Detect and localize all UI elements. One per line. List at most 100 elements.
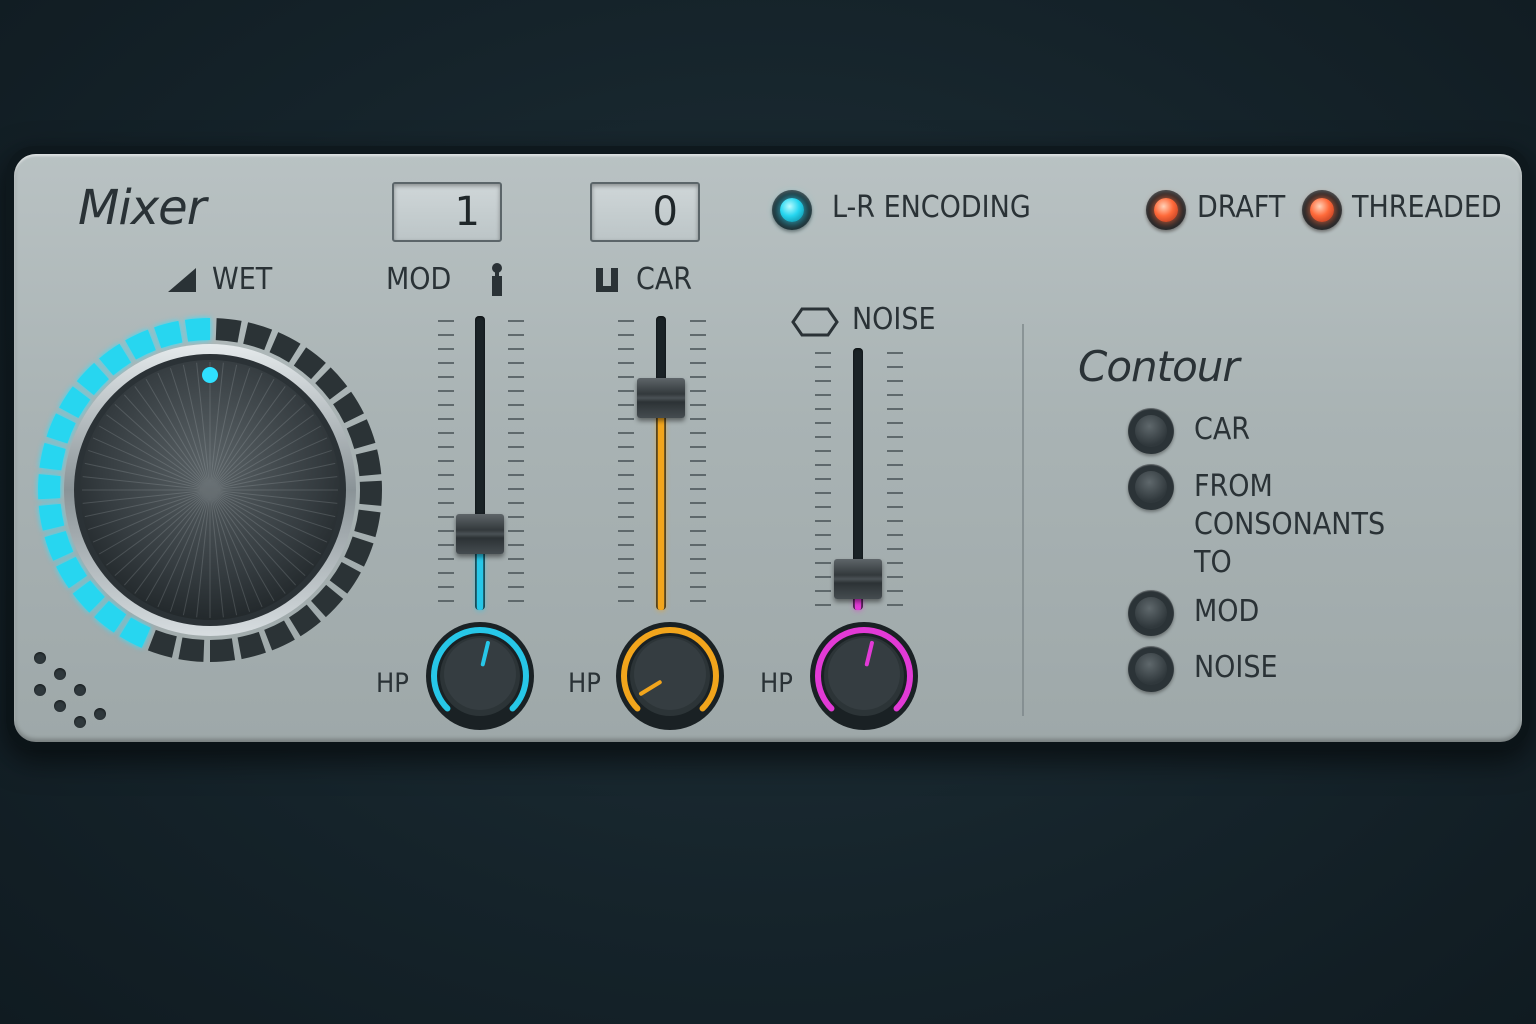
bracket-icon [596,268,618,292]
wet-ring-segment [178,637,205,662]
fader-tick [508,376,524,378]
contour-noise-label: NOISE [1194,650,1278,685]
fader-tick [815,422,831,424]
fader-tick [618,404,634,406]
fader-tick [508,320,524,322]
wet-ring-segment [264,620,295,651]
fader-tick [508,502,524,504]
fader-tick [438,432,454,434]
fader-tick [887,450,903,452]
fader-tick [690,474,706,476]
mod-label: MOD [386,262,452,297]
mod-display[interactable]: 1 [392,182,502,242]
fader-tick [438,348,454,350]
contour-noise-radio[interactable] [1128,646,1174,692]
fader-tick [438,502,454,504]
fader-tick [508,516,524,518]
fader-tick [438,558,454,560]
fader-tick [815,450,831,452]
wet-knob[interactable] [30,310,390,670]
wet-ring-segment [38,474,61,500]
draft-led[interactable] [1146,190,1186,230]
fader-tick [508,488,524,490]
fader-tick [438,488,454,490]
wet-ring-segment [354,509,381,538]
car-display[interactable]: 0 [590,182,700,242]
fader-tick [618,348,634,350]
mod-hp-knob[interactable] [424,620,536,732]
mod-hp-label: HP [376,668,409,699]
contour-consonants-radio[interactable] [1128,464,1174,510]
fader-tick [815,478,831,480]
fader-tick [438,544,454,546]
fader-tick [887,520,903,522]
fader-tick [438,320,454,322]
fader-tick [438,404,454,406]
fader-tick [815,604,831,606]
wet-label: WET [212,262,273,297]
fader-tick [815,436,831,438]
fader-tick [618,544,634,546]
wet-ring-segment [333,391,364,424]
wet-ring-segment [269,332,301,363]
fader-tick [438,334,454,336]
fader-tick [690,558,706,560]
fader-tick [815,464,831,466]
fader-tick [815,408,831,410]
fader-tick [690,418,706,420]
wet-ring-segment [46,413,76,444]
fader-tick [815,506,831,508]
fader-tick [887,590,903,592]
fader-tick [438,474,454,476]
fader-tick [887,408,903,410]
lr-encoding-led[interactable] [772,190,812,230]
fader-tick [690,432,706,434]
threaded-led[interactable] [1302,190,1342,230]
fader-tick [618,572,634,574]
mod-fader-handle[interactable] [456,513,504,554]
fader-tick [887,604,903,606]
fader-tick [690,502,706,504]
fader-tick [438,418,454,420]
contour-title: Contour [1078,342,1240,391]
fader-tick [690,334,706,336]
wet-ring-segment [355,449,382,477]
noise-hp-knob[interactable] [808,620,920,732]
threaded-label: THREADED [1352,190,1502,225]
fader-tick [618,474,634,476]
fader-tick [618,320,634,322]
fader-tick [690,320,706,322]
fader-tick [508,334,524,336]
fader-tick [618,418,634,420]
fader-tick [887,352,903,354]
noise-fader-handle[interactable] [834,558,882,599]
fader-tick [508,572,524,574]
fader-tick [618,460,634,462]
fader-tick [815,562,831,564]
noise-label: NOISE [852,302,936,337]
contour-mod-radio[interactable] [1128,590,1174,636]
fader-tick [618,488,634,490]
fader-tick [508,530,524,532]
fader-tick [508,446,524,448]
fader-tick [508,474,524,476]
car-hp-knob[interactable] [614,620,726,732]
wet-ring-segment [38,503,65,531]
contour-car-label: CAR [1194,412,1251,447]
fader-tick [815,366,831,368]
section-divider [1022,324,1024,716]
fader-tick [508,348,524,350]
wet-ring-segment [59,386,91,419]
fader-tick [438,586,454,588]
fader-tick [690,460,706,462]
panel-title: Mixer [78,180,206,236]
car-fader-handle[interactable] [637,378,685,419]
wet-ring-segment [44,531,74,561]
draft-label: DRAFT [1197,190,1286,225]
fader-tick [887,366,903,368]
fader-tick [508,404,524,406]
contour-car-radio[interactable] [1128,408,1174,454]
fader-tick [887,380,903,382]
fader-tick [815,520,831,522]
wet-ring-segment [56,556,87,589]
